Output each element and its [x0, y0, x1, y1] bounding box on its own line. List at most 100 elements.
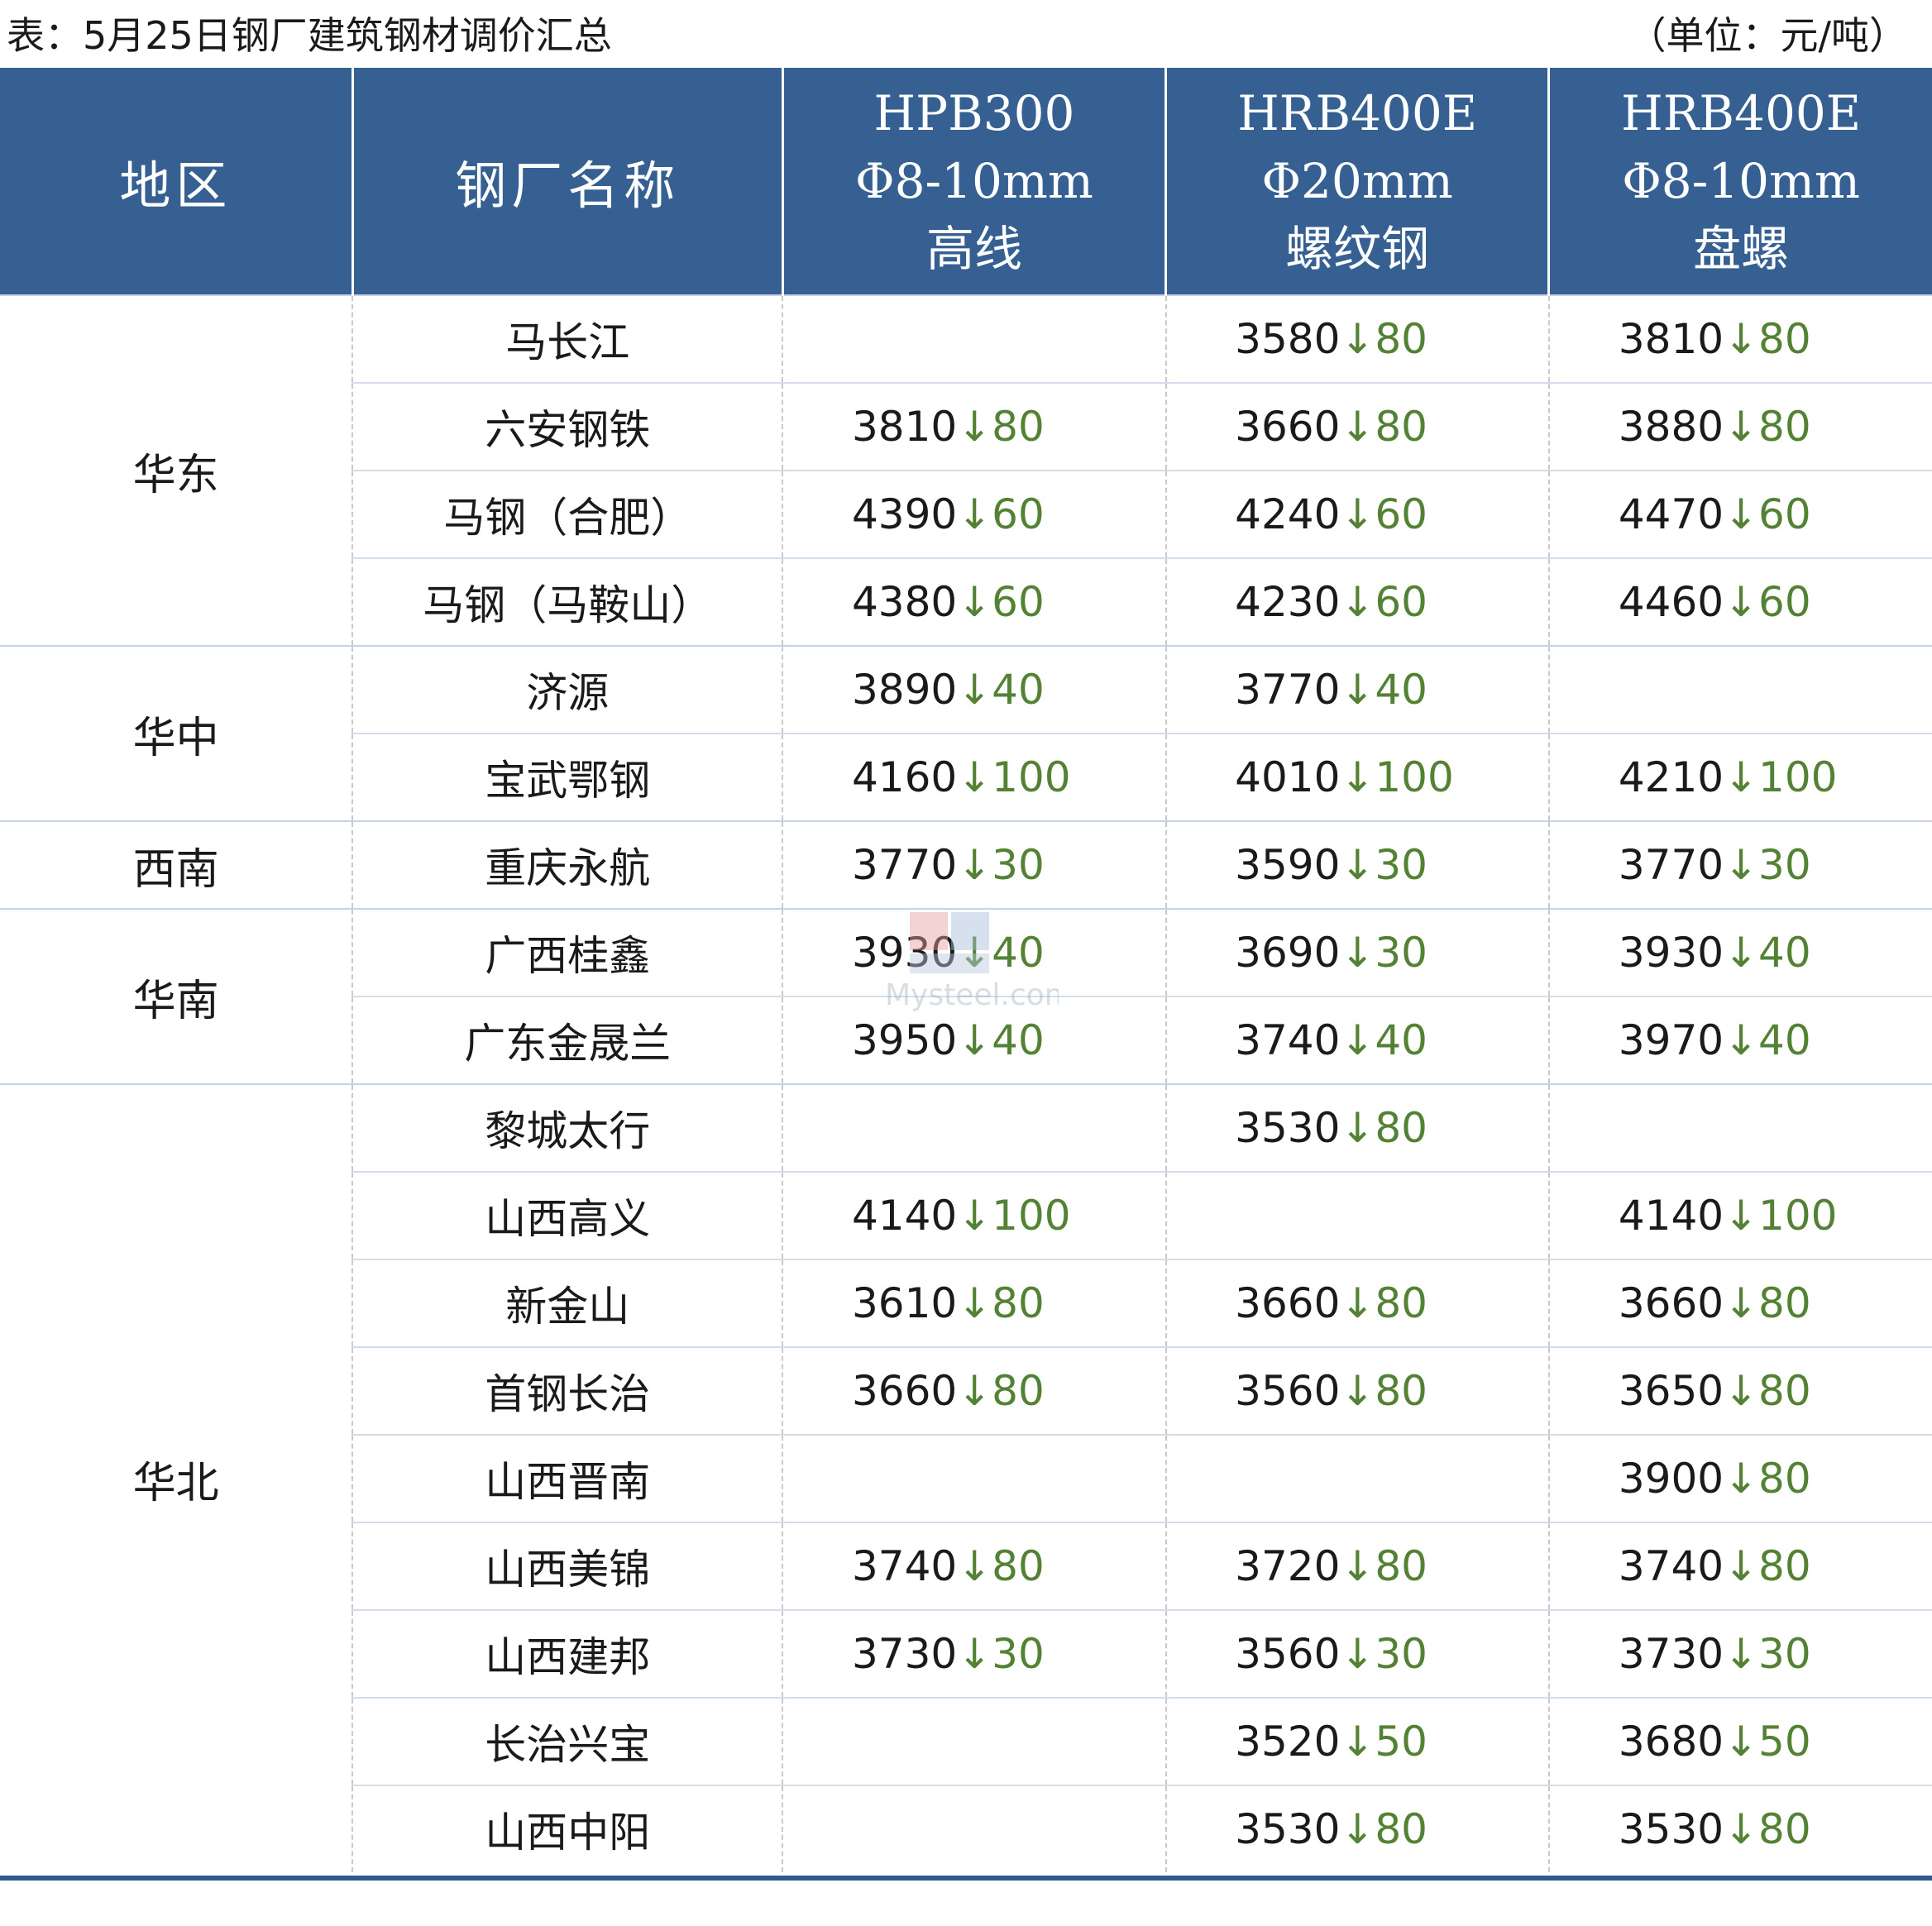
mill-name-cell: 马钢（合肥）	[351, 470, 783, 558]
price-change: 60	[992, 578, 1045, 626]
price-cell: 3810↓80	[782, 382, 1166, 471]
price-change: 40	[992, 1016, 1045, 1064]
down-arrow-icon: ↓	[957, 1367, 992, 1415]
down-arrow-icon: ↓	[1340, 929, 1375, 977]
down-arrow-icon: ↓	[957, 929, 992, 977]
price-value: 3730	[851, 1630, 958, 1678]
price-change: 40	[1375, 1016, 1427, 1064]
down-arrow-icon: ↓	[1724, 490, 1759, 538]
region-cell: 西南	[0, 820, 353, 909]
price-cell: 3810↓80	[1547, 294, 1932, 383]
price-entry: 3900↓80	[1619, 1455, 1863, 1503]
price-value: 3650	[1618, 1367, 1724, 1415]
price-value: 4010	[1235, 753, 1341, 801]
price-change: 80	[1375, 1367, 1427, 1415]
price-value: 3690	[1235, 929, 1341, 977]
table-caption: 表：5月25日钢厂建筑钢材调价汇总 （单位：元/吨）	[7, 7, 1907, 65]
header-hrb400e-coil: HRB400E Φ8-10mm 盘螺	[1547, 68, 1932, 295]
down-arrow-icon: ↓	[957, 1542, 992, 1590]
header-line: Φ8-10mm	[1622, 153, 1861, 209]
mill-name-cell: 马长江	[351, 294, 783, 383]
down-arrow-icon: ↓	[957, 666, 992, 714]
price-change: 80	[992, 1367, 1045, 1415]
down-arrow-icon: ↓	[957, 578, 992, 626]
table-row: 华南 广西桂鑫 3930↓40 3690↓30 3930↓40	[0, 908, 1932, 1084]
price-change: 60	[1375, 490, 1427, 538]
price-cell: 4160↓100	[782, 733, 1166, 821]
price-cell: 3720↓80	[1164, 1522, 1549, 1610]
mill-name-cell: 六安钢铁	[351, 382, 783, 471]
mill-name-cell: 广东金晟兰	[351, 996, 783, 1084]
price-value: 4210	[1618, 753, 1724, 801]
price-change: 80	[1758, 1542, 1811, 1590]
price-cell	[782, 1434, 1166, 1522]
price-change: 30	[992, 1630, 1045, 1678]
down-arrow-icon: ↓	[1340, 1016, 1375, 1064]
price-entry: 4380↓60	[852, 578, 1097, 626]
price-adjustment-table: 地区 钢厂名称 HPB300 Φ8-10mm 高线 HRB400E Φ20mm …	[0, 68, 1932, 1872]
table-title: 表：5月25日钢厂建筑钢材调价汇总	[7, 13, 612, 58]
down-arrow-icon: ↓	[1724, 841, 1759, 889]
price-value: 3880	[1618, 403, 1724, 451]
price-entry: 3930↓40	[1619, 929, 1863, 977]
down-arrow-icon: ↓	[1724, 578, 1759, 626]
price-change: 60	[992, 490, 1045, 538]
down-arrow-icon: ↓	[957, 1192, 992, 1240]
price-change: 80	[1758, 315, 1811, 363]
price-value: 3740	[1618, 1542, 1724, 1590]
mill-name-cell: 山西美锦	[351, 1522, 783, 1610]
price-cell: 3560↓80	[1164, 1346, 1549, 1435]
price-value: 3590	[1235, 841, 1341, 889]
price-change: 30	[1758, 1630, 1811, 1678]
price-value: 3560	[1235, 1630, 1341, 1678]
header-line: 盘螺	[1693, 221, 1790, 277]
price-cell: 4470↓60	[1547, 470, 1932, 558]
price-change: 50	[1758, 1718, 1811, 1766]
price-entry: 3880↓80	[1619, 403, 1863, 451]
price-value: 3660	[1235, 1279, 1341, 1327]
mill-name-cell: 济源	[351, 645, 783, 734]
price-cell: 4140↓100	[1547, 1171, 1932, 1259]
unit-note: （单位：元/吨）	[1628, 13, 1908, 58]
price-entry: 3730↓30	[852, 1630, 1097, 1678]
price-entry: 3530↓80	[1235, 1805, 1480, 1853]
price-entry: 4140↓100	[1619, 1192, 1863, 1240]
price-value: 3730	[1618, 1630, 1724, 1678]
down-arrow-icon: ↓	[1724, 1192, 1759, 1240]
mill-name-cell: 山西建邦	[351, 1609, 783, 1698]
header-hrb400e-rebar: HRB400E Φ20mm 螺纹钢	[1164, 68, 1549, 295]
price-value: 3770	[1235, 666, 1341, 714]
price-entry: 3560↓80	[1235, 1367, 1480, 1415]
price-cell	[782, 1697, 1166, 1785]
price-entry: 3930↓40	[852, 929, 1097, 977]
price-change: 60	[1758, 578, 1811, 626]
mill-name-cell: 首钢长治	[351, 1346, 783, 1435]
price-change: 30	[992, 841, 1045, 889]
price-cell: 3590↓30	[1164, 820, 1549, 909]
price-value: 3680	[1618, 1718, 1724, 1766]
price-value: 3520	[1235, 1718, 1341, 1766]
price-entry: 3560↓30	[1235, 1630, 1480, 1678]
price-cell: 4380↓60	[782, 557, 1166, 646]
down-arrow-icon: ↓	[1340, 578, 1375, 626]
price-cell: 4460↓60	[1547, 557, 1932, 646]
down-arrow-icon: ↓	[957, 841, 992, 889]
mill-name-cell: 新金山	[351, 1259, 783, 1347]
price-entry: 3690↓30	[1235, 929, 1480, 977]
header-line: 高线	[925, 221, 1022, 277]
mill-name-cell: 马钢（马鞍山）	[351, 557, 783, 646]
down-arrow-icon: ↓	[1724, 1718, 1759, 1766]
price-cell	[1547, 1083, 1932, 1172]
price-cell	[782, 1083, 1166, 1172]
price-value: 4160	[851, 753, 958, 801]
price-entry: 4240↓60	[1235, 490, 1480, 538]
price-cell	[782, 294, 1166, 383]
price-value: 3890	[851, 666, 958, 714]
header-mill: 钢厂名称	[351, 68, 783, 295]
region-cell: 华南	[0, 908, 353, 1084]
price-cell	[1164, 1171, 1549, 1259]
price-entry: 3770↓40	[1235, 666, 1480, 714]
price-change: 30	[1375, 841, 1427, 889]
price-cell: 3660↓80	[782, 1346, 1166, 1435]
price-entry: 3740↓80	[852, 1542, 1097, 1590]
